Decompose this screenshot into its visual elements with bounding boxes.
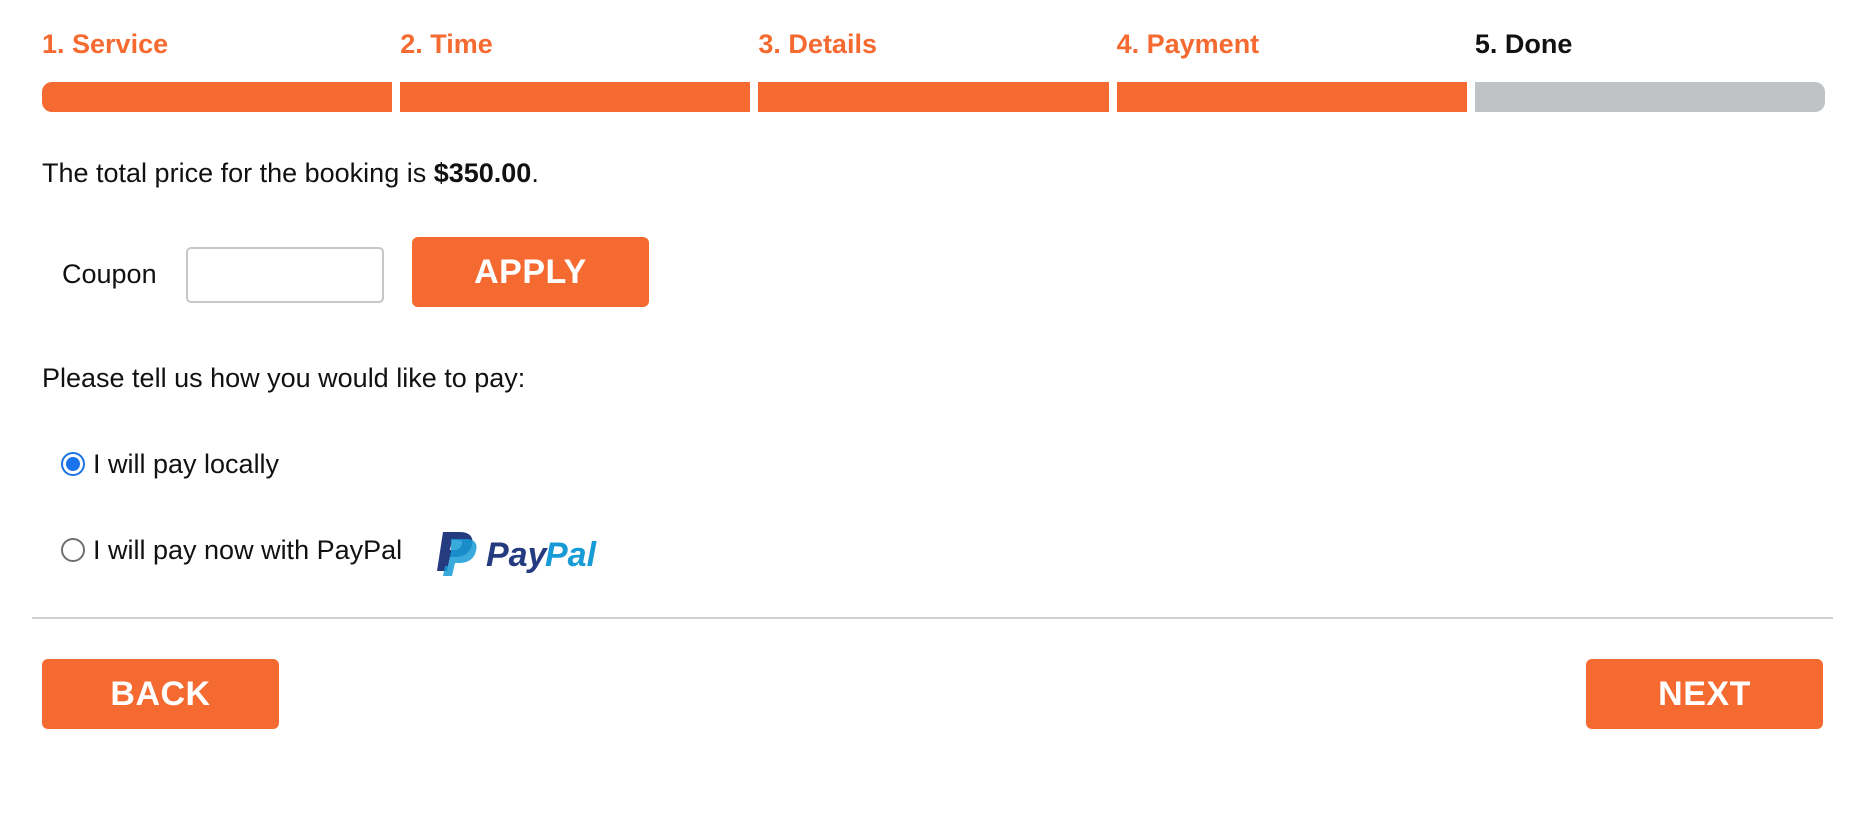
pay-locally-label[interactable]: I will pay locally xyxy=(93,446,279,482)
step-label: 1. Service xyxy=(42,29,169,59)
price-suffix: . xyxy=(531,158,539,188)
coupon-label: Coupon xyxy=(62,259,157,289)
pay-locally-radio[interactable] xyxy=(61,452,85,476)
booking-progress-steps: 1. Service 2. Time 3. Details 4. Payment… xyxy=(42,28,1826,112)
paypal-logo-icon: Pay Pal xyxy=(437,532,598,576)
total-price-text: The total price for the booking is $350.… xyxy=(42,155,539,191)
step-progress-bar xyxy=(400,82,751,112)
step-time: 2. Time xyxy=(400,28,751,112)
step-done: 5. Done xyxy=(1474,28,1826,112)
price-prefix: The total price for the booking is xyxy=(42,158,434,188)
pay-paypal-radio[interactable] xyxy=(61,538,85,562)
step-progress-bar xyxy=(1116,82,1467,112)
step-payment: 4. Payment xyxy=(1116,28,1467,112)
svg-text:Pal: Pal xyxy=(545,536,598,574)
back-button[interactable]: BACK xyxy=(42,659,279,729)
apply-coupon-button[interactable]: APPLY xyxy=(412,237,649,307)
coupon-input[interactable] xyxy=(186,247,384,303)
step-label: 2. Time xyxy=(400,29,493,59)
price-amount: $350.00 xyxy=(433,158,532,188)
svg-text:Pay: Pay xyxy=(486,536,549,574)
next-button[interactable]: NEXT xyxy=(1586,659,1823,729)
step-progress-bar xyxy=(42,82,393,112)
step-label: 4. Payment xyxy=(1116,29,1260,59)
step-label: 3. Details xyxy=(758,29,877,59)
pay-paypal-label[interactable]: I will pay now with PayPal xyxy=(93,532,402,568)
step-label: 5. Done xyxy=(1474,29,1573,59)
step-progress-bar xyxy=(758,82,1109,112)
step-service: 1. Service xyxy=(42,28,393,112)
pay-locally-option[interactable]: I will pay locally xyxy=(61,446,279,482)
pay-paypal-option[interactable]: I will pay now with PayPal xyxy=(61,532,402,568)
step-details: 3. Details xyxy=(758,28,1109,112)
step-progress-bar xyxy=(1474,82,1826,112)
payment-method-prompt: Please tell us how you would like to pay… xyxy=(42,363,526,393)
section-divider xyxy=(32,617,1833,619)
